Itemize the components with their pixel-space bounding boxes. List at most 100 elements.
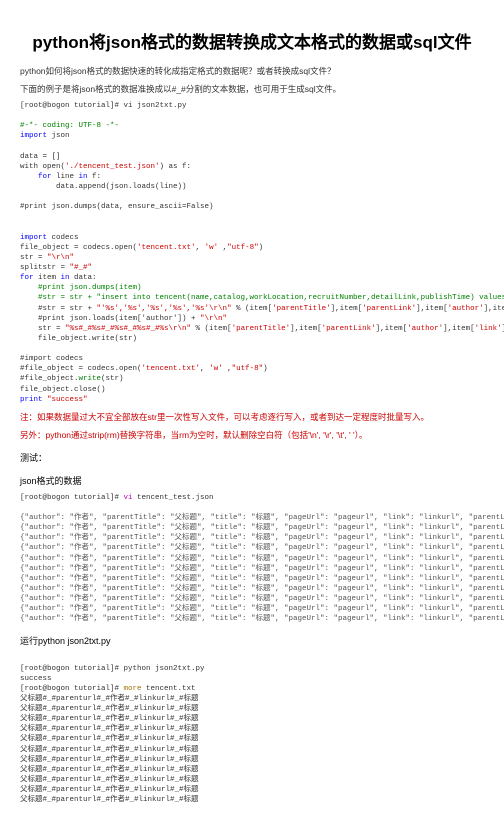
txt: with open( — [20, 163, 65, 171]
kw-in: in — [79, 173, 88, 181]
json-line: {"author": "作者", "parentTitle": "父标题", "… — [20, 544, 504, 552]
txt: % (item[ — [191, 325, 232, 333]
txt: , — [223, 365, 232, 373]
txt: line — [52, 173, 79, 181]
txt: % (item[ — [232, 305, 273, 313]
out-line: 父标题#_#parenturl#_#作者#_#linkurl#_#标题 — [20, 695, 199, 703]
code-line: #print json.dumps(item) — [20, 284, 142, 292]
out-line: 父标题#_#parenturl#_#作者#_#linkurl#_#标题 — [20, 735, 199, 743]
txt: #file_object. — [20, 375, 79, 383]
intro-2: 下面的例子是将json格式的数据准换成以#_#分割的文本数据，也可用于生成sql… — [20, 83, 484, 95]
txt: codecs — [47, 234, 79, 242]
str: "utf-8" — [227, 244, 259, 252]
txt: #print json.loads(item['author']) + — [20, 315, 200, 323]
out-line: 父标题#_#parenturl#_#作者#_#linkurl#_#标题 — [20, 796, 199, 804]
json-line: {"author": "作者", "parentTitle": "父标题", "… — [20, 595, 504, 603]
str: 'author' — [448, 305, 484, 313]
str: "\r\n" — [47, 254, 74, 262]
txt: write — [79, 375, 102, 383]
kw-import: import — [20, 234, 47, 242]
json-line: {"author": "作者", "parentTitle": "父标题", "… — [20, 555, 504, 563]
json-line: {"author": "作者", "parentTitle": "父标题", "… — [20, 585, 504, 593]
run-heading: 运行python json2txt.py — [20, 634, 484, 647]
code-block-1: #-*- coding: UTF-8 -*- import json data … — [20, 111, 484, 405]
txt: ],item[ — [376, 325, 408, 333]
str: "success" — [47, 396, 88, 404]
page-title: python将json格式的数据转换成文本格式的数据或sql文件 — [20, 28, 484, 53]
txt: , — [196, 244, 205, 252]
json-line: {"author": "作者", "parentTitle": "父标题", "… — [20, 605, 504, 613]
shell-cmd-1: [root@bogon tutorial]# vi json2txt.py — [20, 101, 484, 111]
code-line: #print json.dumps(data, ensure_ascii=Fal… — [20, 203, 214, 211]
txt: ],item[ — [484, 305, 504, 313]
test-heading: 测试： — [20, 451, 484, 464]
json-heading: json格式的数据 — [20, 474, 484, 487]
str: 'tencent.txt' — [137, 244, 196, 252]
txt: splitstr = — [20, 264, 70, 272]
out-line: 父标题#_#parenturl#_#作者#_#linkurl#_#标题 — [20, 776, 199, 784]
more-cmd: more — [124, 685, 142, 693]
txt: str = — [20, 254, 47, 262]
str: "#_#" — [70, 264, 93, 272]
vi-cmd: vi — [124, 494, 133, 502]
str: 'parentLink' — [362, 305, 416, 313]
txt: (str) — [101, 375, 124, 383]
str: 'parentTitle' — [272, 305, 331, 313]
txt: str = — [20, 325, 65, 333]
json-line: {"author": "作者", "parentTitle": "父标题", "… — [20, 565, 504, 573]
json-line: {"author": "作者", "parentTitle": "父标题", "… — [20, 575, 504, 583]
json-line: {"author": "作者", "parentTitle": "父标题", "… — [20, 514, 504, 522]
prompt: [root@bogon tutorial]# — [20, 494, 124, 502]
kw-for: for — [20, 274, 34, 282]
txt: , — [200, 365, 209, 373]
prompt: [root@bogon tutorial]# — [20, 685, 124, 693]
code-line: file_object.write(str) — [20, 335, 137, 343]
kw-in: in — [61, 274, 70, 282]
out-line: 父标题#_#parenturl#_#作者#_#linkurl#_#标题 — [20, 766, 199, 774]
str: 'tencent.txt' — [142, 365, 201, 373]
code-line: #-*- coding: UTF-8 -*- — [20, 122, 119, 130]
str: 'w' — [205, 244, 219, 252]
str: "\r\n" — [200, 315, 227, 323]
txt: ) — [263, 365, 268, 373]
out-line: 父标题#_#parenturl#_#作者#_#linkurl#_#标题 — [20, 756, 199, 764]
txt: ],item[ — [290, 325, 322, 333]
txt: f: — [88, 173, 102, 181]
str: "utf-8" — [232, 365, 264, 373]
intro-1: python如何将json格式的数据快速的转化成指定格式的数据呢？或者转换成sq… — [20, 65, 484, 77]
str: 'w' — [209, 365, 223, 373]
code-line: #str = str + "insert into tencent(name,c… — [20, 294, 504, 302]
code-line: data.append(json.loads(line)) — [20, 183, 187, 191]
txt: data: — [70, 274, 97, 282]
code-line: file_object.close() — [20, 386, 106, 394]
txt: ],item[ — [416, 305, 448, 313]
kw-import: import — [20, 132, 47, 140]
json-line: {"author": "作者", "parentTitle": "父标题", "… — [20, 534, 504, 542]
txt: #file_object = codecs.open( — [20, 365, 142, 373]
str: 'parentTitle' — [232, 325, 291, 333]
shell-cmd-2: [root@bogon tutorial]# vi tencent_test.j… — [20, 493, 484, 503]
term-line: success — [20, 675, 52, 683]
txt: tencent_test.json — [133, 494, 214, 502]
kw-for: for — [20, 173, 52, 181]
json-line: {"author": "作者", "parentTitle": "父标题", "… — [20, 524, 504, 532]
code-line: #import codecs — [20, 355, 83, 363]
out-line: 父标题#_#parenturl#_#作者#_#linkurl#_#标题 — [20, 746, 199, 754]
str: "%s#_#%s#_#%s#_#%s#_#%s\r\n" — [65, 325, 191, 333]
code-line: data = [] — [20, 153, 61, 161]
str: 'author' — [407, 325, 443, 333]
out-line: 父标题#_#parenturl#_#作者#_#linkurl#_#标题 — [20, 786, 199, 794]
txt: tencent.txt — [142, 685, 196, 693]
txt: ) — [259, 244, 264, 252]
txt: ],item[ — [331, 305, 363, 313]
str: "'%s','%s','%s','%s','%s'\r\n" — [97, 305, 232, 313]
note-1: 注：如果数据量过大不宜全部放在str里一次性写入文件，可以考虑逐行写入，或者到达… — [20, 411, 484, 423]
json-line: {"author": "作者", "parentTitle": "父标题", "… — [20, 615, 504, 623]
out-line: 父标题#_#parenturl#_#作者#_#linkurl#_#标题 — [20, 705, 199, 713]
kw-print: print — [20, 396, 43, 404]
term-line: [root@bogon tutorial]# python json2txt.p… — [20, 665, 205, 673]
txt: file_object = codecs.open( — [20, 244, 137, 252]
str: 'link' — [475, 325, 502, 333]
terminal-output: [root@bogon tutorial]# python json2txt.p… — [20, 653, 484, 805]
out-line: 父标题#_#parenturl#_#作者#_#linkurl#_#标题 — [20, 725, 199, 733]
